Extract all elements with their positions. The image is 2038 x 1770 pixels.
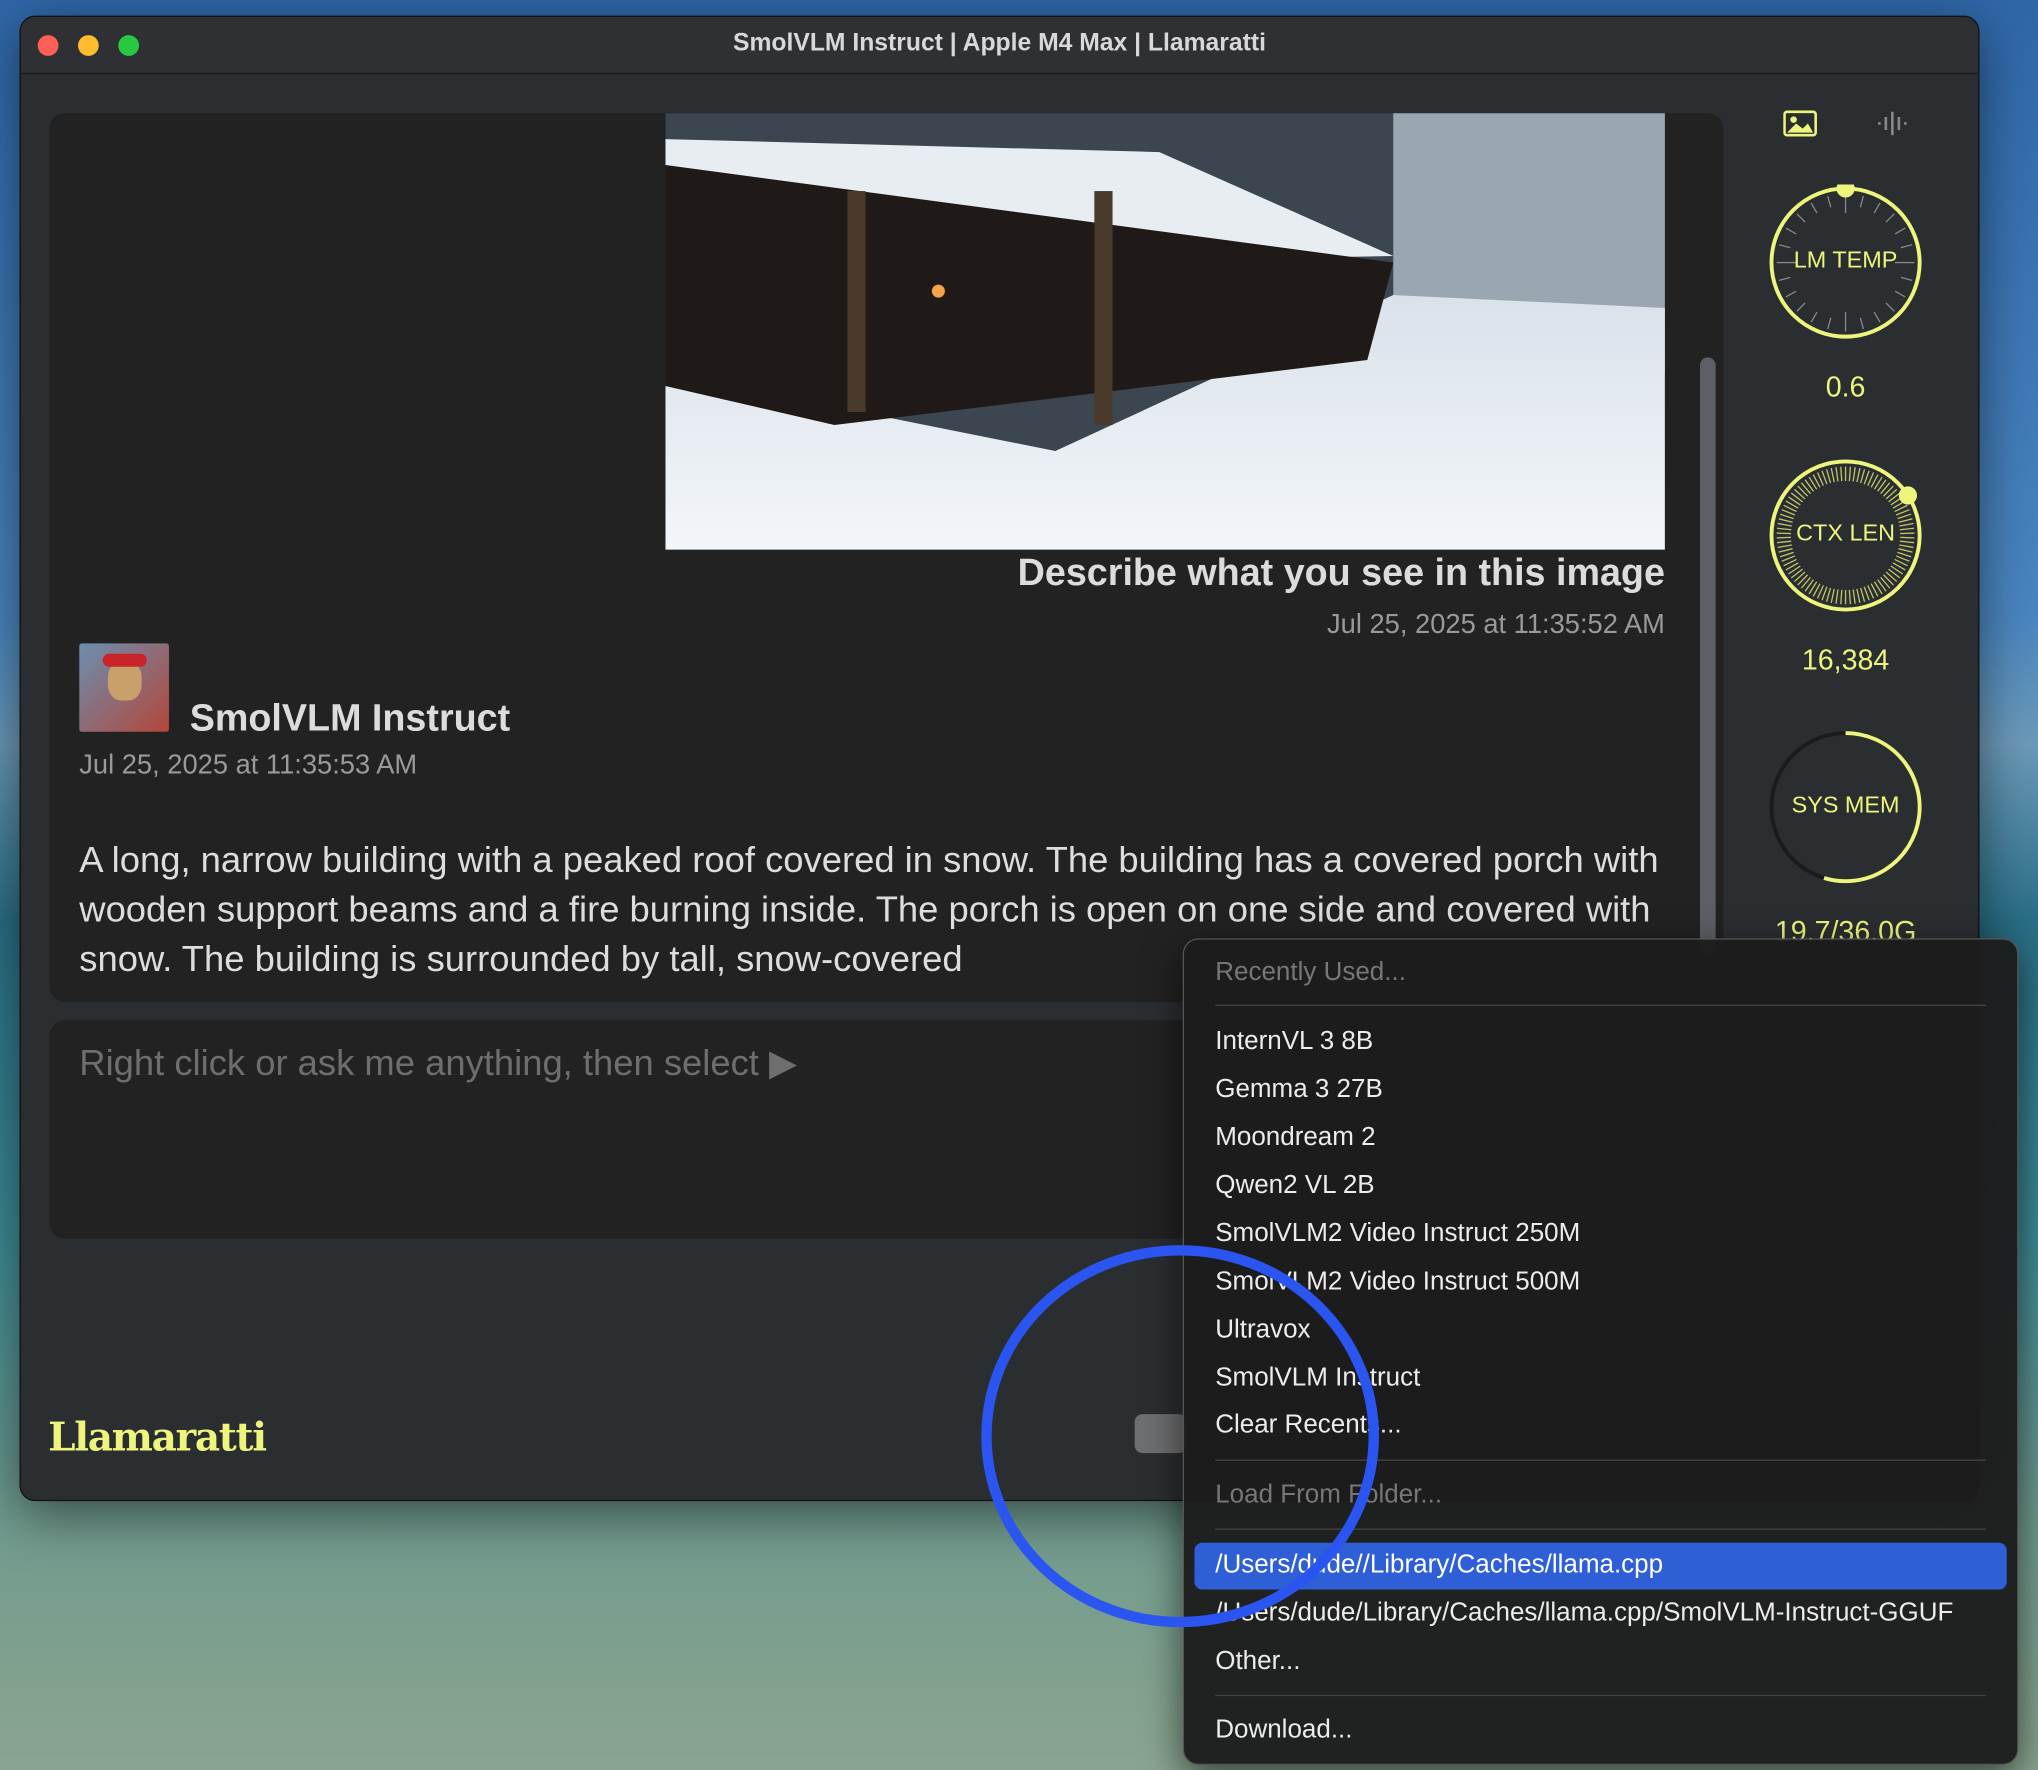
assistant-avatar	[79, 643, 169, 732]
assistant-timestamp: Jul 25, 2025 at 11:35:53 AM	[79, 749, 418, 780]
title-bar: SmolVLM Instruct | Apple M4 Max | Llamar…	[20, 16, 1979, 75]
menu-item-recent[interactable]: Gemma 3 27B	[1215, 1075, 1383, 1105]
menu-item-recent[interactable]: InternVL 3 8B	[1215, 1027, 1373, 1057]
attached-image	[665, 113, 1665, 550]
gauge-knob	[1898, 486, 1918, 505]
gauge-label: SYS MEM	[1791, 791, 1900, 818]
assistant-name: SmolVLM Instruct	[189, 697, 511, 740]
user-prompt: Describe what you see in this image	[1017, 552, 1665, 594]
menu-header-recent: Recently Used...	[1215, 957, 1406, 987]
menu-separator	[1215, 1004, 1986, 1006]
image-icon[interactable]	[1783, 110, 1817, 137]
user-timestamp: Jul 25, 2025 at 11:35:52 AM	[1327, 609, 1665, 640]
prompt-placeholder: Right click or ask me anything, then sel…	[79, 1042, 798, 1083]
gauge-knob	[1836, 184, 1855, 198]
window-title: SmolVLM Instruct | Apple M4 Max | Llamar…	[732, 29, 1266, 58]
menu-item-other[interactable]: Other...	[1215, 1647, 1300, 1677]
menu-item-recent[interactable]: Moondream 2	[1215, 1123, 1375, 1153]
gauge-value: 16,384	[1801, 643, 1890, 676]
click-indicator-circle	[981, 1245, 1379, 1628]
waveform-icon[interactable]	[1877, 110, 1908, 136]
menu-item-download[interactable]: Download...	[1215, 1716, 1352, 1746]
gauge-label: CTX LEN	[1796, 519, 1895, 546]
llamaratti-logo: Llamaratti	[48, 1415, 267, 1461]
menu-separator	[1215, 1694, 1986, 1697]
gauge-value: 0.6	[1825, 370, 1866, 403]
chat-scrollbar[interactable]	[1700, 357, 1716, 956]
gauge-label: LM TEMP	[1793, 246, 1898, 273]
chat-transcript[interactable]: Describe what you see in this image Jul …	[49, 113, 1724, 1003]
menu-item-recent[interactable]: Qwen2 VL 2B	[1215, 1171, 1374, 1201]
